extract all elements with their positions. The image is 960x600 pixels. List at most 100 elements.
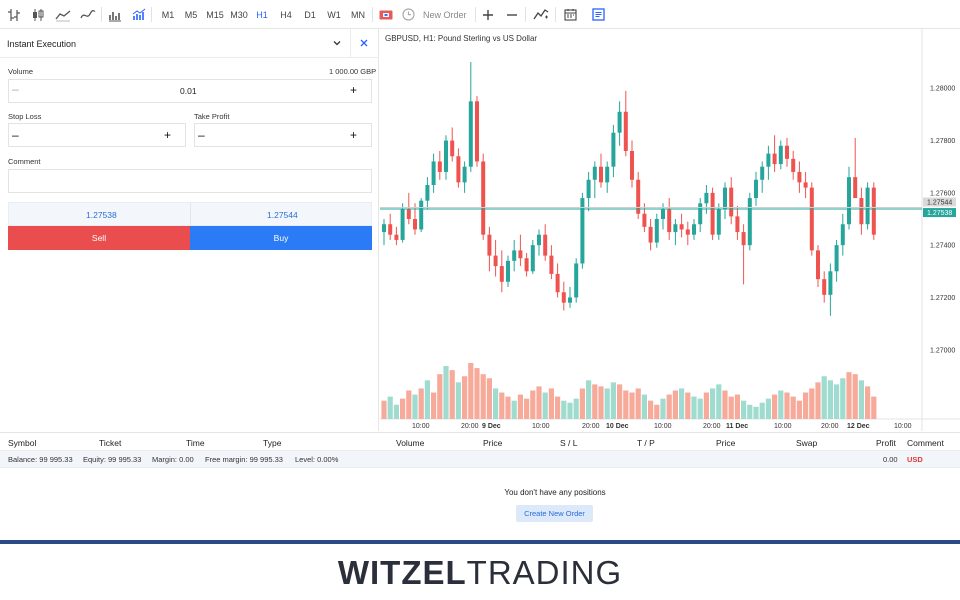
volume-bar — [778, 390, 784, 419]
column-ticket[interactable]: Ticket — [99, 438, 121, 448]
timeframe-h1[interactable]: H1 — [253, 5, 271, 24]
column-take-profit[interactable]: T / P — [637, 438, 655, 448]
timeframe-m30[interactable]: M30 — [228, 5, 250, 24]
line-chart-icon[interactable] — [54, 5, 72, 24]
column-comment[interactable]: Comment — [907, 438, 944, 448]
take-profit-field[interactable] — [194, 123, 372, 147]
volume-bar — [685, 392, 691, 419]
candle-body — [704, 192, 709, 204]
one-click-trading-icon[interactable] — [378, 5, 394, 24]
take-profit-increase-button[interactable]: + — [350, 129, 357, 141]
chevron-down-icon[interactable] — [332, 38, 342, 48]
create-new-order-button[interactable]: Create New Order — [516, 505, 593, 522]
volume-decrease-button[interactable]: – — [12, 83, 19, 95]
take-profit-decrease-button[interactable]: – — [198, 129, 205, 141]
timeframe-d1[interactable]: D1 — [301, 5, 319, 24]
candle-body — [871, 187, 876, 235]
candle-body — [568, 297, 572, 303]
logo-bold-text: WITZEL — [337, 554, 467, 591]
volume-bar — [455, 382, 461, 419]
candle-body — [406, 208, 411, 219]
volume-bar — [703, 392, 709, 419]
bar-chart-icon[interactable] — [6, 5, 22, 24]
candlestick-icon[interactable] — [30, 5, 46, 24]
candle-body — [760, 166, 765, 180]
stop-loss-decrease-button[interactable]: – — [12, 129, 19, 141]
chart-canvas[interactable]: 1.28000 1.27800 1.27600 1.27400 1.27200 1.270… — [380, 29, 960, 431]
column-volume[interactable]: Volume — [396, 438, 424, 448]
volume-bar — [728, 396, 734, 419]
candle-body — [617, 111, 622, 133]
trend-icon[interactable] — [79, 5, 97, 24]
column-symbol[interactable]: Symbol — [8, 438, 36, 448]
price-tick-label: 1.27600 — [930, 190, 955, 197]
column-type[interactable]: Type — [263, 438, 281, 448]
comment-field[interactable] — [8, 169, 372, 193]
candle-body — [834, 245, 839, 272]
buy-button[interactable]: Buy — [190, 226, 372, 250]
volume-bar — [623, 390, 629, 419]
volume-bar — [790, 396, 796, 419]
timeframe-m15[interactable]: M15 — [204, 5, 226, 24]
candle-body — [524, 258, 529, 272]
indicators-icon[interactable] — [131, 5, 147, 24]
close-icon[interactable] — [359, 38, 369, 48]
candle-body — [537, 234, 541, 246]
volume-label: Volume — [8, 67, 34, 76]
volume-bar — [672, 390, 678, 419]
sell-button[interactable]: Sell — [8, 226, 190, 250]
candle-body — [592, 166, 597, 180]
sell-price: 1.27538 — [86, 210, 117, 220]
indicator-icon[interactable] — [532, 5, 550, 24]
column-stop-loss[interactable]: S / L — [560, 438, 577, 448]
column-swap[interactable]: Swap — [796, 438, 817, 448]
price-chart[interactable]: 1.28000 1.27800 1.27600 1.27400 1.27200 1.270… — [380, 29, 960, 431]
volume-bar — [480, 374, 486, 419]
stop-loss-increase-button[interactable]: + — [164, 129, 171, 141]
free-margin-value: Free margin: 99 995.33 — [205, 455, 283, 464]
timeframe-m1[interactable]: M1 — [158, 5, 178, 24]
candle-body — [828, 271, 833, 295]
candle-body — [692, 224, 696, 235]
candle-body — [425, 185, 430, 201]
volume-bar — [666, 394, 672, 419]
new-order-button[interactable]: New Order — [402, 5, 472, 24]
zoom-in-icon[interactable] — [481, 5, 495, 24]
candle-body — [605, 166, 610, 183]
timeframe-mn[interactable]: MN — [348, 5, 368, 24]
volume-bar — [406, 390, 412, 419]
calendar-icon[interactable] — [562, 5, 578, 24]
stop-loss-field[interactable] — [8, 123, 186, 147]
column-profit[interactable]: Profit — [876, 438, 896, 448]
timeframe-m5[interactable]: M5 — [181, 5, 201, 24]
volume-bar — [821, 376, 827, 419]
timeframe-h4[interactable]: H4 — [277, 5, 295, 24]
volume-increase-button[interactable]: + — [350, 84, 357, 96]
candle-body — [667, 208, 672, 233]
panel-icon[interactable] — [590, 5, 606, 24]
candle-body — [710, 192, 715, 235]
volume-icon[interactable] — [107, 5, 123, 24]
volume-bar — [604, 388, 610, 419]
zoom-out-icon[interactable] — [505, 5, 519, 24]
volume-bar — [772, 394, 778, 419]
volume-bar — [796, 400, 802, 419]
candle-body — [803, 182, 808, 188]
volume-value[interactable]: 0.01 — [180, 86, 197, 96]
volume-bar — [493, 388, 499, 419]
timeframe-w1[interactable]: W1 — [325, 5, 343, 24]
candle-body — [642, 213, 647, 227]
column-price[interactable]: Price — [483, 438, 502, 448]
candle-body — [865, 187, 870, 225]
time-tick-label: 10:00 — [774, 423, 792, 430]
candle-body — [574, 263, 579, 298]
volume-bar — [710, 388, 716, 419]
column-time[interactable]: Time — [186, 438, 205, 448]
candle-body — [654, 219, 659, 243]
candle-body — [450, 140, 455, 157]
column-current-price[interactable]: Price — [716, 438, 735, 448]
toolbar-separator — [525, 7, 526, 22]
volume-bar — [536, 386, 542, 419]
candle-body — [816, 250, 820, 280]
volume-bar — [555, 396, 561, 419]
